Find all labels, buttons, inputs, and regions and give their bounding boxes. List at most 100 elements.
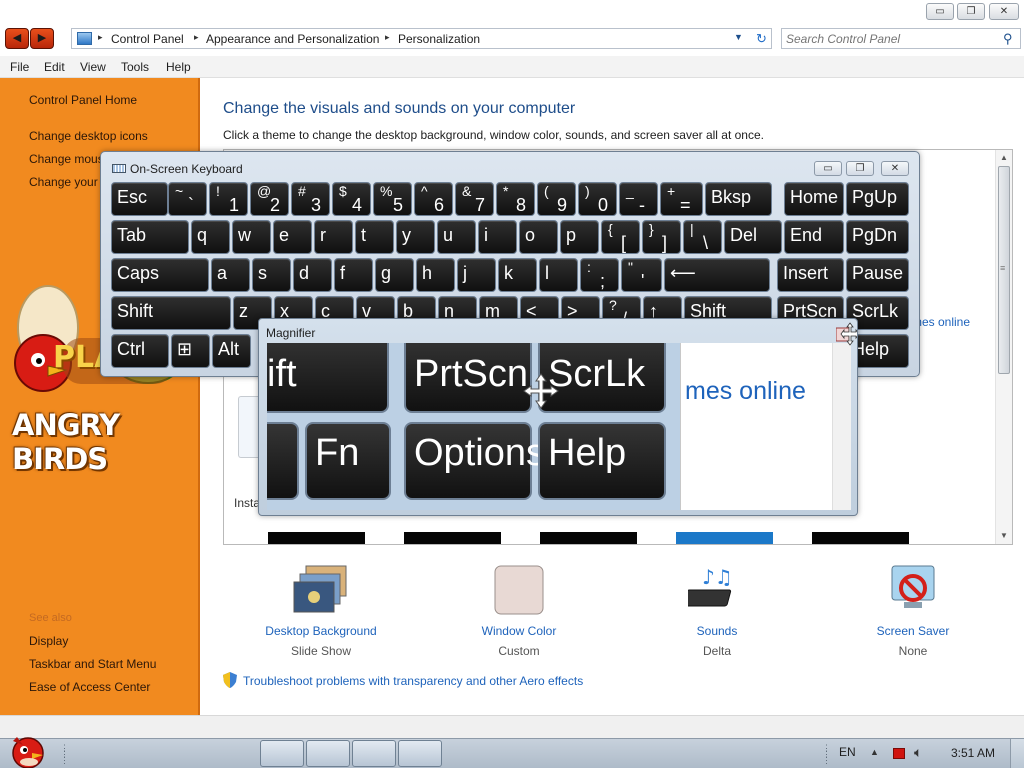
osk-key[interactable]: :; [580,258,619,292]
osk-key[interactable]: d [293,258,332,292]
osk-key[interactable]: * 8 [496,182,535,216]
window-color-option[interactable]: Window Color Custom [444,564,594,658]
menu-help[interactable]: Help [166,60,191,74]
osk-key[interactable]: PgDn [846,220,909,254]
show-hidden-icons-icon[interactable]: ▲ [870,747,879,757]
theme-thumbnail[interactable] [268,532,365,544]
osk-key[interactable]: ⟵ [664,258,770,292]
taskbar-button[interactable] [398,740,442,767]
language-indicator[interactable]: EN [839,745,856,759]
osk-key[interactable]: i [478,220,517,254]
taskbar-button[interactable] [306,740,350,767]
osk-key[interactable]: Del [724,220,782,254]
osk-key[interactable]: $4 [332,182,371,216]
scroll-down-icon[interactable]: ▼ [1000,531,1008,540]
osk-key[interactable]: Pause [846,258,909,292]
start-button[interactable] [3,731,49,768]
osk-close-button[interactable]: ✕ [881,161,909,176]
volume-icon[interactable]: 🔈︎ [914,744,922,761]
osk-key[interactable]: @2 [250,182,289,216]
menu-file[interactable]: File [10,60,29,74]
menu-view[interactable]: View [80,60,106,74]
maximize-button[interactable]: ❐ [957,3,985,20]
themes-scrollbar[interactable]: ▲ ≡ ▼ [995,150,1012,544]
osk-key[interactable]: & 7 [455,182,494,216]
osk-key[interactable]: #3 [291,182,330,216]
show-desktop-button[interactable] [1010,739,1024,768]
get-more-themes-link[interactable]: mes online [912,315,970,329]
sidebar-link-desktop-icons[interactable]: Change desktop icons [29,129,148,143]
osk-key[interactable]: Tab [111,220,189,254]
osk-key[interactable]: t [355,220,394,254]
sidebar-link-taskbar[interactable]: Taskbar and Start Menu [29,657,156,671]
clock[interactable]: 3:51 AM [951,746,995,760]
osk-key[interactable]: | \ [683,220,722,254]
taskbar-grip-icon[interactable]: ⋮ ⋮ ⋮ [60,744,69,765]
osk-key[interactable]: e [273,220,312,254]
osk-key[interactable]: r [314,220,353,254]
troubleshoot-link[interactable]: Troubleshoot problems with transparency … [223,672,583,688]
breadcrumb-personalization[interactable]: Personalization [398,32,480,46]
breadcrumb-arrow-icon[interactable]: ▸ [98,32,103,43]
breadcrumb-appearance[interactable]: Appearance and Personalization [206,32,379,46]
magnifier-window[interactable]: Magnifier ift PrtScn ScrLk Fn Options He… [258,318,858,516]
screen-saver-option[interactable]: Screen Saver None [838,564,988,658]
taskbar-button[interactable] [260,740,304,767]
sidebar-link-control-panel-home[interactable]: Control Panel Home [29,93,137,107]
osk-key[interactable]: _ - [619,182,658,216]
osk-key[interactable]: Home [784,182,844,216]
back-button[interactable]: ◀ [5,28,29,49]
taskbar-grip-icon[interactable]: ⋮ ⋮ ⋮ [822,744,831,765]
search-box[interactable]: ⚲ [781,28,1021,49]
osk-key[interactable]: Caps [111,258,209,292]
osk-key[interactable]: (9 [537,182,576,216]
osk-key[interactable]: w [232,220,271,254]
menu-edit[interactable]: Edit [44,60,65,74]
osk-key[interactable]: o [519,220,558,254]
move-cursor-icon[interactable] [836,322,858,346]
breadcrumb-arrow-icon[interactable]: ▸ [194,32,199,43]
osk-key[interactable]: }] [642,220,681,254]
osk-key[interactable]: ! 1 [209,182,248,216]
desktop-background-option[interactable]: Desktop Background Slide Show [246,564,396,658]
breadcrumb-control-panel[interactable]: Control Panel [111,32,184,46]
osk-key[interactable]: ) 0 [578,182,617,216]
action-center-flag-icon[interactable] [893,748,905,759]
desktop-background-label[interactable]: Desktop Background [246,624,396,638]
osk-key[interactable]: u [437,220,476,254]
screen-saver-label[interactable]: Screen Saver [838,624,988,638]
refresh-icon[interactable]: ↻ [753,30,770,47]
close-button[interactable]: ✕ [989,3,1019,20]
window-color-label[interactable]: Window Color [444,624,594,638]
osk-key[interactable]: Bksp [705,182,772,216]
sounds-option[interactable]: ♪♫ Sounds Delta [642,564,792,658]
osk-key[interactable]: Alt [212,334,251,368]
sounds-label[interactable]: Sounds [642,624,792,638]
osk-maximize-button[interactable]: ❐ [846,161,874,176]
theme-thumbnail[interactable] [540,532,637,544]
search-input[interactable] [786,31,991,46]
osk-key[interactable]: ^ 6 [414,182,453,216]
osk-key[interactable]: Ctrl [111,334,169,368]
osk-key[interactable]: Esc [111,182,168,216]
troubleshoot-link-text[interactable]: Troubleshoot problems with transparency … [243,674,583,688]
osk-minimize-button[interactable]: ▭ [814,161,842,176]
scroll-up-icon[interactable]: ▲ [1000,153,1008,162]
osk-key[interactable]: k [498,258,537,292]
osk-key[interactable]: " ' [621,258,662,292]
osk-key[interactable]: End [784,220,844,254]
sidebar-link-ease-of-access[interactable]: Ease of Access Center [29,680,150,694]
osk-key[interactable]: Shift [111,296,231,330]
search-icon[interactable]: ⚲ [1003,31,1013,47]
osk-key[interactable]: j [457,258,496,292]
menu-tools[interactable]: Tools [121,60,149,74]
minimize-button[interactable]: ▭ [926,3,954,20]
breadcrumb-arrow-icon[interactable]: ▸ [385,32,390,43]
osk-key[interactable]: y [396,220,435,254]
osk-key[interactable]: PgUp [846,182,909,216]
osk-key[interactable]: f [334,258,373,292]
osk-key[interactable]: a [211,258,250,292]
osk-key[interactable]: g [375,258,414,292]
taskbar-button[interactable] [352,740,396,767]
osk-key[interactable]: % 5 [373,182,412,216]
